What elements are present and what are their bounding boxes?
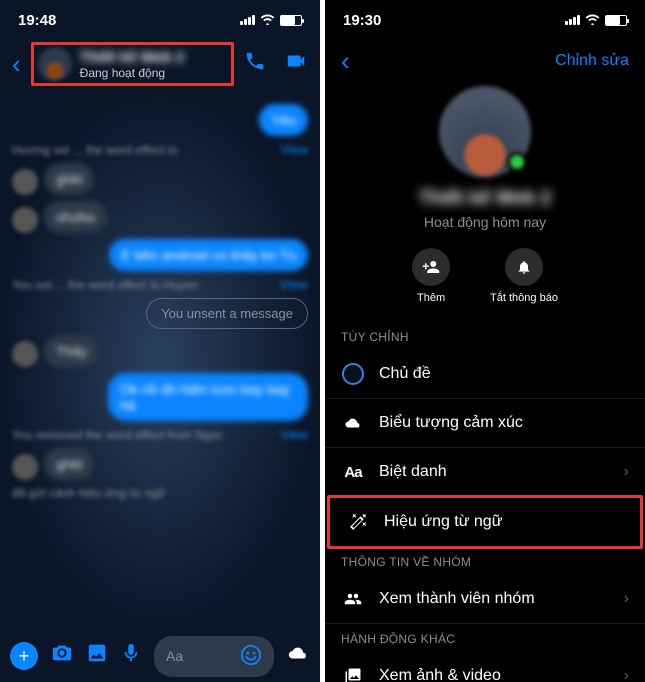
status-indicators xyxy=(565,13,627,28)
system-message: đã gửi cảnh hiệu ứng từ ngữ xyxy=(12,486,308,500)
view-link[interactable]: View xyxy=(280,427,308,442)
chat-messages[interactable]: Yêu Hương set ... the word effect toView… xyxy=(0,88,320,630)
message-out[interactable]: Ok rồi đó hiện icon bay bay hà xyxy=(108,373,308,421)
message-in[interactable]: ohoho xyxy=(44,201,107,233)
plus-button[interactable]: + xyxy=(10,642,38,670)
camera-icon[interactable] xyxy=(50,642,74,670)
back-button[interactable]: ‹ xyxy=(12,49,21,80)
view-link[interactable]: View xyxy=(280,142,308,157)
profile-status: Hoạt động hôm nay xyxy=(424,214,546,230)
emoji-item[interactable]: Biểu tượng cảm xúc xyxy=(325,399,645,448)
members-item[interactable]: Xem thành viên nhóm › xyxy=(325,575,645,624)
system-message: You removed the word effect from NgọcVie… xyxy=(12,427,308,442)
battery-icon xyxy=(280,15,302,26)
message-in[interactable]: Thấy xyxy=(44,335,99,367)
message-in[interactable]: ghkt xyxy=(44,163,94,195)
contact-avatar xyxy=(38,47,72,81)
wand-icon xyxy=(346,510,370,534)
sender-avatar[interactable] xyxy=(12,454,38,480)
nav-bar: ‹ Thiết kế Web 2 Đang hoạt động xyxy=(0,40,320,88)
online-indicator xyxy=(507,152,527,172)
media-label: Xem ảnh & video xyxy=(379,667,501,682)
section-group-info: THÔNG TIN VỀ NHÓM xyxy=(325,547,645,575)
message-out[interactable]: E bên android có thấy ko Tú xyxy=(109,239,308,271)
profile-avatar[interactable] xyxy=(439,86,531,178)
signal-icon xyxy=(240,15,255,25)
signal-icon xyxy=(565,15,580,25)
section-customize: TÙY CHỈNH xyxy=(325,322,645,350)
text-input[interactable]: Aa xyxy=(154,636,274,677)
section-other-actions: HÀNH ĐỘNG KHÁC xyxy=(325,624,645,652)
theme-item[interactable]: Chủ đề xyxy=(325,350,645,399)
chat-screen: 19:48 ‹ Thiết kế Web 2 Đang hoạt động xyxy=(0,0,320,682)
wifi-icon xyxy=(585,13,600,28)
media-item[interactable]: Xem ảnh & video › xyxy=(325,652,645,682)
message-in[interactable]: ghkt xyxy=(44,448,94,480)
system-message: You set ... the word effect to HuyenView xyxy=(12,277,308,292)
theme-icon xyxy=(341,362,365,386)
profile-actions: Thêm Tắt thông báo xyxy=(412,248,558,304)
sender-avatar[interactable] xyxy=(12,341,38,367)
emoji-icon[interactable] xyxy=(240,644,262,669)
details-screen: 19:30 ‹ Chỉnh sửa Thiết kế Web 2 Hoạt độ… xyxy=(325,0,645,682)
theme-label: Chủ đề xyxy=(379,365,431,383)
contact-header-highlighted[interactable]: Thiết kế Web 2 Đang hoạt động xyxy=(31,42,234,86)
wifi-icon xyxy=(260,13,275,28)
system-message: Hương set ... the word effect toView xyxy=(12,142,308,157)
unsent-message[interactable]: You unsent a message xyxy=(146,298,308,329)
contact-name: Thiết kế Web 2 xyxy=(80,49,185,66)
nickname-label: Biệt danh xyxy=(379,463,447,481)
emoji-label: Biểu tượng cảm xúc xyxy=(379,414,523,432)
status-indicators xyxy=(240,13,302,28)
mic-icon[interactable] xyxy=(120,642,142,670)
add-person-icon xyxy=(412,248,450,286)
status-bar: 19:30 xyxy=(325,0,645,40)
word-effect-label: Hiệu ứng từ ngữ xyxy=(384,513,502,531)
nickname-item[interactable]: Aa Biệt danh › xyxy=(325,448,645,497)
mute-button[interactable]: Tắt thông báo xyxy=(490,248,558,304)
media-icon xyxy=(341,664,365,682)
battery-icon xyxy=(605,15,627,26)
add-member-button[interactable]: Thêm xyxy=(412,248,450,304)
sender-avatar[interactable] xyxy=(12,169,38,195)
message-input-bar: + Aa xyxy=(0,630,320,682)
group-icon xyxy=(341,587,365,611)
profile-name: Thiết kế Web 2 xyxy=(419,188,552,210)
chevron-icon: › xyxy=(624,463,629,481)
status-bar: 19:48 xyxy=(0,0,320,40)
contact-status: Đang hoạt động xyxy=(80,66,185,80)
status-time: 19:48 xyxy=(18,12,56,29)
emoji-icon xyxy=(341,411,365,435)
send-cloud-icon[interactable] xyxy=(286,642,310,670)
input-placeholder: Aa xyxy=(166,648,183,664)
gallery-icon[interactable] xyxy=(86,642,108,670)
bell-icon xyxy=(505,248,543,286)
nav-bar: ‹ Chỉnh sửa xyxy=(325,40,645,82)
status-time: 19:30 xyxy=(343,12,381,29)
sender-avatar[interactable] xyxy=(12,207,38,233)
message-out[interactable]: Yêu xyxy=(259,104,308,136)
video-call-icon[interactable] xyxy=(284,50,308,78)
back-button[interactable]: ‹ xyxy=(341,46,350,77)
chevron-icon: › xyxy=(624,590,629,608)
edit-button[interactable]: Chỉnh sửa xyxy=(555,52,629,70)
profile-header: Thiết kế Web 2 Hoạt động hôm nay Thêm Tắ… xyxy=(325,82,645,322)
nickname-icon: Aa xyxy=(341,460,365,484)
view-link[interactable]: View xyxy=(280,277,308,292)
word-effect-item-highlighted[interactable]: Hiệu ứng từ ngữ xyxy=(327,495,643,549)
chevron-icon: › xyxy=(624,667,629,682)
audio-call-icon[interactable] xyxy=(244,50,266,78)
members-label: Xem thành viên nhóm xyxy=(379,590,535,608)
nav-actions xyxy=(244,50,308,78)
